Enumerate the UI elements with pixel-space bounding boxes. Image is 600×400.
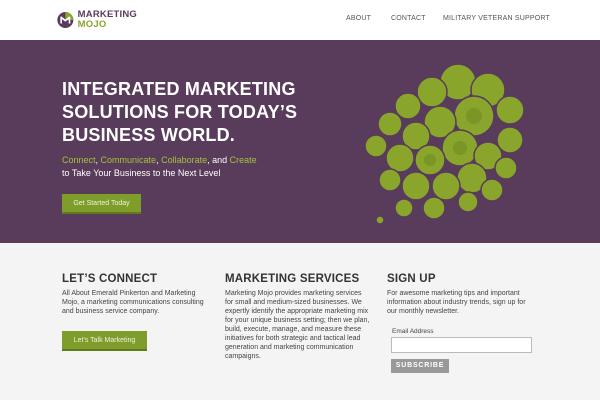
- subscribe-button[interactable]: SUBSCRIBE: [391, 359, 449, 373]
- marketing-services-section: MARKETING SERVICES Marketing Mojo provid…: [225, 273, 375, 361]
- lets-connect-text: All About Emerald Pinkerton and Marketin…: [62, 290, 204, 315]
- lets-connect-section: LET’S CONNECT All About Emerald Pinkerto…: [62, 273, 212, 316]
- marketing-services-text: Marketing Mojo provides marketing servic…: [225, 290, 370, 360]
- nav-item-contact[interactable]: CONTACT: [391, 15, 426, 22]
- hero-title: INTEGRATED MARKETING SOLUTIONS FOR TODAY…: [62, 79, 298, 145]
- hero-tagline: Connect, Communicate, Collaborate, and C…: [62, 155, 257, 178]
- get-started-button[interactable]: Get Started Today: [62, 194, 141, 214]
- nav-item-about[interactable]: ABOUT: [346, 15, 371, 22]
- email-field[interactable]: [391, 337, 532, 353]
- speech-bubbles-cluster-icon: [364, 63, 525, 225]
- hero-banner: INTEGRATED MARKETING SOLUTIONS FOR TODAY…: [0, 40, 600, 243]
- tagline-collaborate: Collaborate: [161, 155, 208, 165]
- lets-connect-title: LET’S CONNECT: [62, 273, 158, 285]
- tagline-connect: Connect: [62, 155, 96, 165]
- tagline-communicate: Communicate: [100, 155, 157, 165]
- logo-mark-icon: [57, 12, 74, 28]
- nav-item-military-veteran-support[interactable]: MILITARY VETERAN SUPPORT: [443, 15, 550, 22]
- sign-up-section: SIGN UP For awesome marketing tips and i…: [387, 273, 537, 316]
- tagline-create: Create: [229, 155, 257, 165]
- logo[interactable]: MARKETING MOJO: [57, 6, 137, 34]
- email-label: Email Address: [392, 328, 434, 335]
- lets-talk-marketing-button[interactable]: Let’s Talk Marketing: [62, 331, 147, 351]
- marketing-services-title: MARKETING SERVICES: [225, 273, 360, 285]
- site-header: MARKETING MOJO ABOUT CONTACT MILITARY VE…: [0, 0, 600, 40]
- tagline-line2: to Take Your Business to the Next Level: [62, 168, 221, 178]
- sign-up-text: For awesome marketing tips and important…: [387, 290, 526, 315]
- logo-text-mojo: MOJO: [77, 19, 107, 30]
- sign-up-title: SIGN UP: [387, 273, 436, 285]
